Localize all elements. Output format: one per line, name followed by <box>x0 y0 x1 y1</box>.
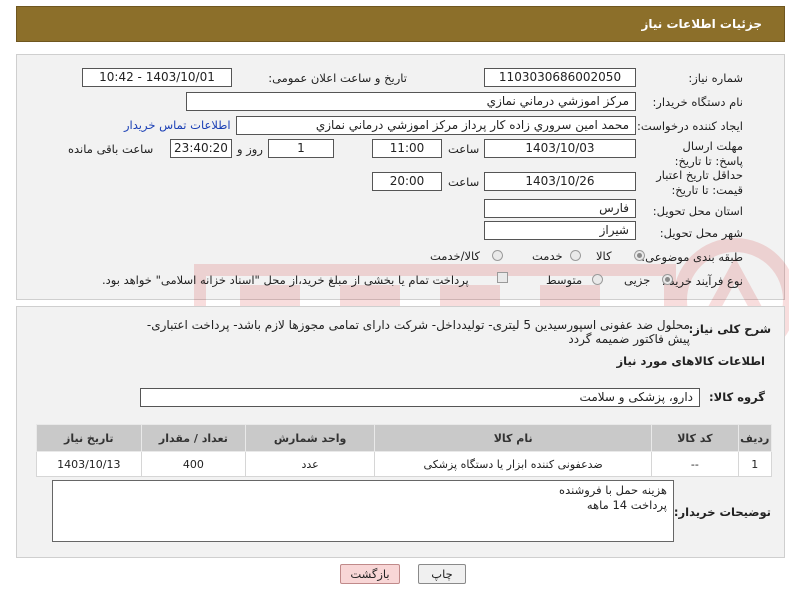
desc-label: شرح کلی نیاز: <box>688 322 771 336</box>
requester-label: ایجاد کننده درخواست: <box>637 119 743 133</box>
province-field[interactable]: فارس <box>484 199 636 218</box>
city-field[interactable]: شیراز <box>484 221 636 240</box>
category-service-radio[interactable] <box>570 250 581 261</box>
buyer-notes-textarea[interactable]: هزینه حمل با فروشنده پرداخت 14 ماهه <box>52 480 674 542</box>
back-button[interactable]: بازگشت <box>340 564 400 584</box>
page-header: جزئیات اطلاعات نیاز <box>16 6 785 42</box>
announce-field[interactable]: 1403/10/01 - 10:42 <box>82 68 232 87</box>
validity-time-label: ساعت <box>448 175 480 189</box>
validity-date-field[interactable]: 1403/10/26 <box>484 172 636 191</box>
cell-row: 1 <box>737 451 772 477</box>
col-qty-header: تعداد / مقدار <box>140 424 247 452</box>
col-unit-header: واحد شمارش <box>245 424 376 452</box>
category-service-label: خدمت <box>532 249 563 263</box>
cell-qty: 400 <box>140 451 247 477</box>
treasury-checkbox[interactable] <box>497 272 508 283</box>
category-label: طبقه بندی موضوعی: <box>641 250 743 264</box>
table-header-row: ردیف کد کالا نام کالا واحد شمارش تعداد /… <box>36 424 772 452</box>
goods-group-field[interactable]: دارو، پزشکی و سلامت <box>140 388 700 407</box>
col-name-header: نام کالا <box>374 424 653 452</box>
print-button[interactable]: چاپ <box>418 564 466 584</box>
process-minor-label: جزیی <box>624 273 651 287</box>
reply-deadline-label: مهلت ارسال پاسخ: تا تاریخ: <box>674 139 743 168</box>
process-label: نوع فرآیند خرید : <box>661 274 743 288</box>
process-minor-radio[interactable] <box>662 274 673 285</box>
category-goods-radio[interactable] <box>634 250 645 261</box>
announce-label: تاریخ و ساعت اعلان عمومی: <box>268 71 407 85</box>
validity-label: حداقل تاریخ اعتبار قیمت: تا تاریخ: <box>656 168 743 197</box>
province-label: استان محل تحویل: <box>652 204 743 218</box>
buyer-notes-line-2: پرداخت 14 ماهه <box>586 498 667 512</box>
reply-time-label: ساعت <box>448 142 480 156</box>
buyer-contact-link[interactable]: اطلاعات تماس خریدار <box>124 118 231 132</box>
city-label: شهر محل تحویل: <box>659 226 743 240</box>
need-number-field[interactable]: 1103030686002050 <box>484 68 636 87</box>
days-label: روز و <box>237 142 263 156</box>
remaining-time-field[interactable]: 23:40:20 <box>170 139 232 158</box>
buyer-notes-label: توضیحات خریدار: <box>673 505 771 519</box>
goods-table: ردیف کد کالا نام کالا واحد شمارش تعداد /… <box>36 424 772 477</box>
payment-note: پرداخت تمام یا بخشی از مبلغ خرید،از محل … <box>102 273 469 287</box>
desc-text: محلول ضد عفونی اسپورسیدین 5 لیتری- تولید… <box>146 318 690 346</box>
table-row[interactable]: 1 -- ضدعفونی کننده ابزار یا دستگاه پزشکی… <box>36 451 772 477</box>
category-goods-label: کالا <box>596 249 612 263</box>
reply-date-field[interactable]: 1403/10/03 <box>484 139 636 158</box>
cell-date: 1403/10/13 <box>36 451 142 477</box>
need-number-label: شماره نیاز: <box>688 71 743 85</box>
category-both-radio[interactable] <box>492 250 503 261</box>
requester-field[interactable]: محمد امين سروري زاده کار پرداز مرکز اموز… <box>236 116 636 135</box>
col-code-header: کد کالا <box>651 424 739 452</box>
page-title: جزئیات اطلاعات نیاز <box>641 17 762 31</box>
buyer-org-field[interactable]: مرکز اموزشي درماني نمازي <box>186 92 636 111</box>
process-medium-label: متوسط <box>546 273 583 287</box>
cell-name: ضدعفونی کننده ابزار یا دستگاه پزشکی <box>374 451 653 477</box>
cell-unit: عدد <box>245 451 376 477</box>
reply-time-field[interactable]: 11:00 <box>372 139 442 158</box>
buyer-org-label: نام دستگاه خریدار: <box>652 95 743 109</box>
cell-code: -- <box>651 451 739 477</box>
process-medium-radio[interactable] <box>592 274 603 285</box>
buyer-notes-line-1: هزینه حمل با فروشنده <box>559 483 667 497</box>
category-both-label: کالا/خدمت <box>430 249 481 263</box>
remaining-label: ساعت باقی مانده <box>68 142 154 156</box>
goods-group-label: گروه کالا: <box>709 390 765 404</box>
validity-time-field[interactable]: 20:00 <box>372 172 442 191</box>
col-date-header: تاریخ نیاز <box>36 424 142 452</box>
days-field[interactable]: 1 <box>268 139 334 158</box>
goods-info-title: اطلاعات کالاهای مورد نیاز <box>616 354 765 368</box>
col-row-header: ردیف <box>737 424 772 452</box>
